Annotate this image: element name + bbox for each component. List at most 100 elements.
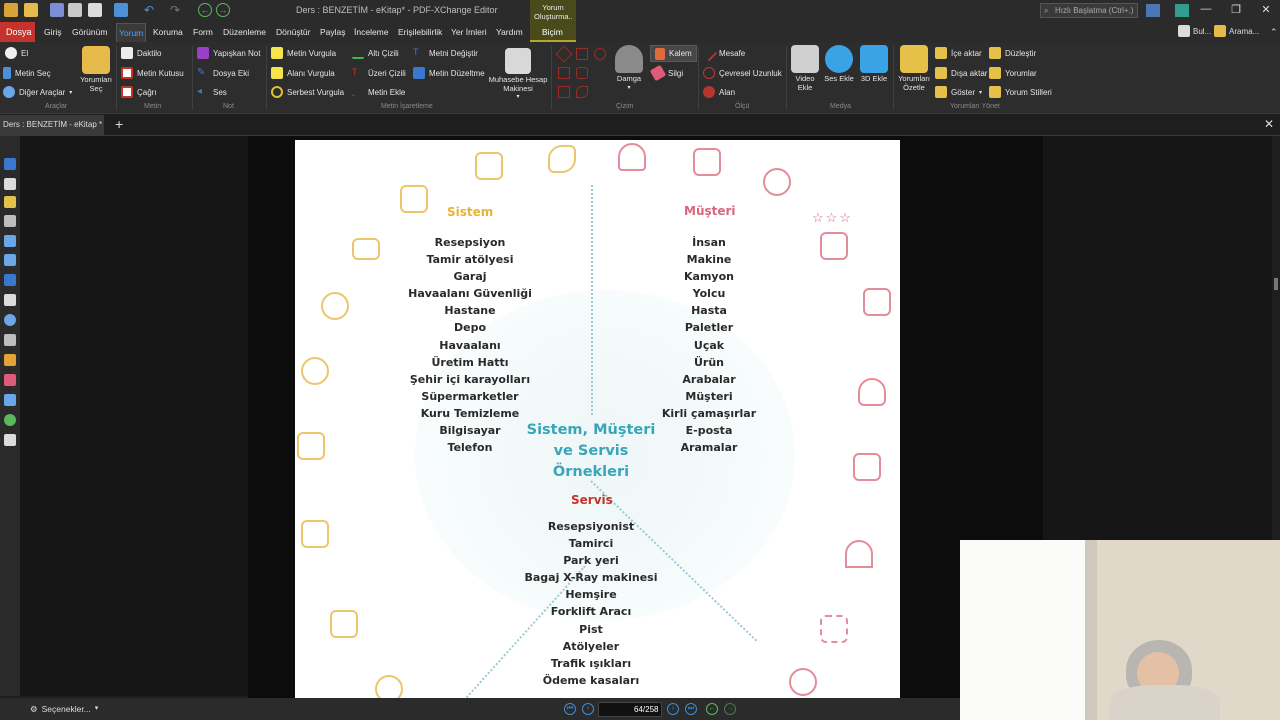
- previous-view-button[interactable]: ←: [706, 703, 718, 715]
- back-icon[interactable]: ←: [198, 3, 212, 17]
- email-icon[interactable]: [88, 3, 102, 17]
- tab-format[interactable]: Biçim: [542, 27, 563, 37]
- scrollbar-thumb[interactable]: [1274, 278, 1278, 290]
- highlight-text-button[interactable]: Metin Vurgula: [271, 47, 336, 59]
- pages-icon[interactable]: [4, 178, 16, 190]
- next-view-button[interactable]: →: [724, 703, 736, 715]
- language-icon[interactable]: [1146, 4, 1160, 17]
- close-document-icon[interactable]: ✕: [1264, 117, 1274, 131]
- select-text-button[interactable]: Metin Seç: [3, 67, 51, 79]
- calculator-button[interactable]: Muhasebe Hesap Makinesi ▾: [486, 48, 550, 102]
- minimize-button[interactable]: —: [1198, 3, 1214, 15]
- replace-text-button[interactable]: T Metni Değiştir: [413, 47, 478, 59]
- structure-icon[interactable]: [4, 334, 16, 346]
- typewriter-button[interactable]: Daktilo: [121, 47, 161, 59]
- other-tools-button[interactable]: Diğer Araçlar ▾: [3, 86, 72, 98]
- callout-button[interactable]: Çağrı: [121, 86, 157, 98]
- save-icon[interactable]: [50, 3, 64, 17]
- info-icon[interactable]: [4, 414, 16, 426]
- insert-text-button[interactable]: ‸ Metin Ekle: [352, 86, 405, 98]
- text-edit-button[interactable]: Metin Düzeltme: [413, 67, 485, 79]
- new-tab-icon[interactable]: +: [115, 116, 123, 132]
- options-button[interactable]: ⚙ Seçenekler... ▾: [30, 704, 98, 715]
- tags-icon[interactable]: [4, 374, 16, 386]
- arrow-icon[interactable]: [576, 48, 588, 60]
- underline-button[interactable]: Altı Çizili: [352, 47, 399, 59]
- polyline-icon[interactable]: [558, 86, 570, 98]
- oval-icon[interactable]: [594, 48, 606, 60]
- redo-icon[interactable]: ↷: [170, 3, 184, 17]
- sound-note-button[interactable]: ◂ Ses: [197, 86, 227, 98]
- pencil-button[interactable]: Kalem: [650, 45, 697, 62]
- tab-form[interactable]: Form: [193, 27, 213, 37]
- content-icon[interactable]: [4, 254, 16, 266]
- bookmarks-icon[interactable]: [4, 158, 16, 170]
- perimeter-button[interactable]: Çevresel Uzunluk: [703, 67, 782, 79]
- file-attach-button[interactable]: ✎ Dosya Eki: [197, 67, 249, 79]
- tab-help[interactable]: Yardım: [496, 27, 523, 37]
- forward-icon[interactable]: →: [216, 3, 230, 17]
- add-3d-button[interactable]: 3D Ekle: [858, 45, 890, 84]
- rectangle-icon[interactable]: [558, 67, 570, 79]
- distance-button[interactable]: Mesafe: [700, 44, 745, 62]
- tab-protect[interactable]: Koruma: [153, 27, 183, 37]
- tab-view[interactable]: Görünüm: [72, 27, 107, 37]
- articles-icon[interactable]: [4, 394, 16, 406]
- flatten-button[interactable]: Düzleştir: [989, 47, 1036, 59]
- scan-icon[interactable]: [114, 3, 128, 17]
- select-comments-button[interactable]: Yorumları Seç: [76, 46, 116, 93]
- comments-panel-icon[interactable]: [4, 196, 16, 208]
- comments-button[interactable]: Yorumlar: [989, 67, 1037, 79]
- tab-accessibility[interactable]: Erişilebilirlik: [398, 27, 442, 37]
- maximize-button[interactable]: ❐: [1228, 3, 1244, 16]
- next-page-button[interactable]: ›: [667, 703, 679, 715]
- sticky-note-button[interactable]: Yapışkan Not: [197, 47, 260, 59]
- find-button[interactable]: Bul...: [1178, 25, 1211, 37]
- tab-convert[interactable]: Dönüştür: [276, 27, 311, 37]
- import-button[interactable]: İçe aktar: [935, 47, 982, 59]
- undo-icon[interactable]: ↶: [144, 3, 158, 17]
- textbox-button[interactable]: Metin Kutusu: [121, 67, 184, 79]
- last-page-button[interactable]: ⏭: [685, 703, 697, 715]
- tab-edit[interactable]: Düzenleme: [223, 27, 266, 37]
- summarize-comments-button[interactable]: Yorumları Özetle: [895, 45, 933, 92]
- collapse-ribbon-icon[interactable]: ⌃: [1270, 27, 1278, 38]
- fullscreen-icon[interactable]: [1175, 4, 1189, 17]
- properties-icon[interactable]: [4, 274, 16, 286]
- add-video-button[interactable]: Video Ekle: [789, 45, 821, 92]
- export-button[interactable]: Dışa aktar: [935, 67, 987, 79]
- signatures-icon[interactable]: [4, 294, 16, 306]
- document-tab[interactable]: Ders : BENZETİM - eKitap *: [0, 115, 104, 135]
- area-button[interactable]: Alan: [703, 86, 735, 98]
- previous-page-button[interactable]: ‹: [582, 703, 594, 715]
- cloud-icon[interactable]: [576, 86, 588, 98]
- tab-bookmarks[interactable]: Yer İmleri: [451, 27, 487, 37]
- search-panel-icon[interactable]: [4, 314, 16, 326]
- tab-comment[interactable]: Yorum: [116, 23, 147, 42]
- polygon-icon[interactable]: [576, 67, 588, 79]
- search-button[interactable]: Arama...: [1214, 25, 1259, 37]
- destinations-icon[interactable]: [4, 434, 16, 446]
- quick-launch-input[interactable]: ⌕ Hızlı Başlatma (Ctrl+.): [1040, 3, 1138, 18]
- tab-home[interactable]: Giriş: [44, 27, 61, 37]
- tab-review[interactable]: İnceleme: [354, 27, 389, 37]
- close-window-button[interactable]: ✕: [1258, 3, 1274, 16]
- show-button[interactable]: Göster ▾: [935, 86, 982, 98]
- strikeout-button[interactable]: T Üzeri Çizili: [352, 67, 406, 79]
- area-highlight-button[interactable]: Alanı Vurgula: [271, 67, 335, 79]
- attachments-icon[interactable]: [4, 215, 16, 227]
- pdf-page[interactable]: ☆☆☆ Sistem Resepsiyon Tamir atölyesi Garaj…: [295, 140, 900, 698]
- tab-share[interactable]: Paylaş: [320, 27, 346, 37]
- add-sound-button[interactable]: Ses Ekle: [823, 45, 855, 84]
- tab-file[interactable]: Dosya: [0, 22, 35, 42]
- open-folder-icon[interactable]: [24, 3, 38, 17]
- shape-tools-grid[interactable]: [555, 45, 608, 102]
- line-icon[interactable]: [555, 45, 573, 63]
- eraser-button[interactable]: Silgi: [649, 64, 683, 82]
- page-number-input[interactable]: 64/258: [598, 702, 662, 717]
- link-icon[interactable]: [4, 354, 16, 366]
- first-page-button[interactable]: ⏮: [564, 703, 576, 715]
- layers-icon[interactable]: [4, 235, 16, 247]
- print-icon[interactable]: [68, 3, 82, 17]
- stamp-button[interactable]: Damga ▾: [610, 45, 648, 92]
